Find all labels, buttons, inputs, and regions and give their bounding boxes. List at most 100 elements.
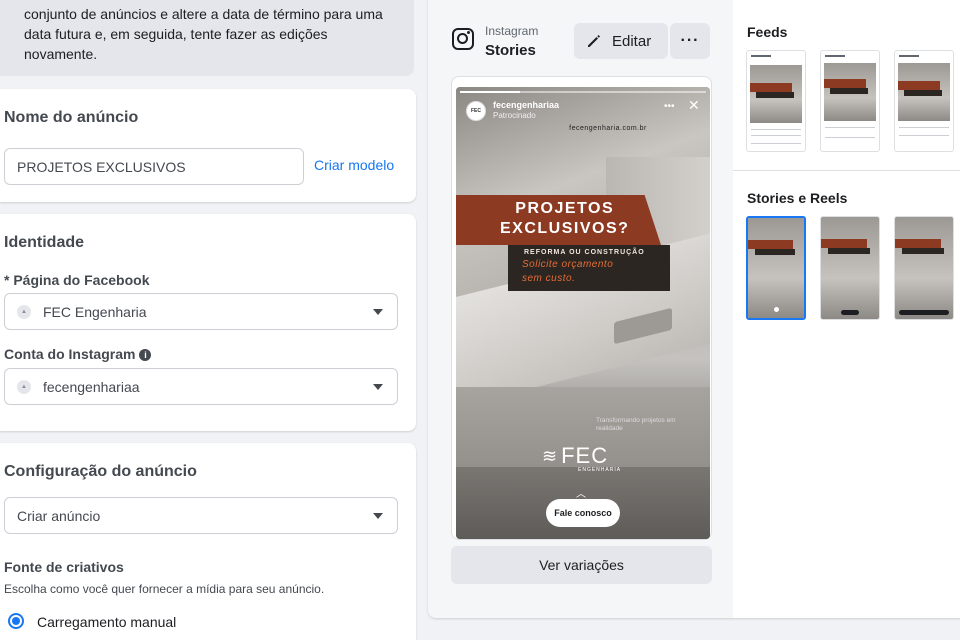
placement-thumbnails: Feeds Stories e Reels [733,0,960,618]
thumb-line [825,127,875,128]
thumb-image [895,217,953,319]
thumb-header [751,55,771,57]
chevron-up-icon: ︿ [576,489,586,500]
feed-thumbnail[interactable] [820,50,880,152]
story-username: fecengenhariaa [493,100,560,110]
story-subline-1: REFORMA OU CONSTRUÇÃO [524,249,645,256]
facebook-page-select[interactable]: ▲ FEC Engenharia [4,293,398,330]
thumb-cta-dot [774,307,779,312]
more-options-button[interactable]: ··· [670,23,710,59]
instagram-icon [452,28,474,50]
section-divider [733,170,960,171]
stories-reels-section-title: Stories e Reels [747,190,848,206]
story-sponsored: Patrocinado [493,111,536,120]
reels-thumbnail[interactable] [894,216,954,320]
page-avatar-icon: ▲ [17,304,31,319]
thumb-banner [750,83,792,92]
story-more-icon[interactable]: ••• [664,101,675,112]
thumb-line [899,135,949,136]
brand-logo-subtext: ENGENHARIA [578,467,622,473]
thumb-line [751,129,801,130]
story-avatar: FEC [466,101,486,121]
thumb-line [825,137,875,138]
thumb-image [750,65,802,123]
thumb-banner [830,88,868,94]
instagram-account-label-text: Conta do Instagram [4,346,136,362]
edit-warning-notice: conjunto de anúncios e altere a data de … [0,0,414,76]
platform-name: Instagram [485,24,539,38]
thumb-banner [824,79,866,88]
story-headline-line1: PROJETOS [515,200,615,217]
create-template-link[interactable]: Criar modelo [314,157,394,173]
story-cta-button[interactable]: Fale conosco [546,499,620,527]
story-creative: FEC fecengenhariaa Patrocinado ••• ✕ fec… [456,87,710,539]
edit-button[interactable]: Editar [574,23,668,59]
feed-thumbnail[interactable] [894,50,954,152]
manual-upload-radio[interactable] [8,613,24,629]
ad-setup-card: Configuração do anúncio Criar anúncio Fo… [0,443,416,640]
ad-setup-value: Criar anúncio [17,507,101,524]
brand-logo-icon: ≋ [542,445,558,466]
thumb-banner [748,240,793,249]
view-variations-button[interactable]: Ver variações [451,546,712,584]
instagram-account-value: fecengenhariaa [43,378,140,395]
thumb-header [899,55,919,57]
story-subline-2: Solicite orçamento [522,259,614,270]
creative-source-label: Fonte de criativos [4,559,124,575]
thumb-image [898,63,950,121]
thumb-line [899,127,949,128]
story-headline-line2: EXCLUSIVOS? [500,220,630,237]
identity-title: Identidade [4,234,85,251]
thumb-line [751,135,801,136]
thumb-line [751,143,801,144]
thumb-banner [756,92,794,98]
chevron-down-icon [373,513,383,519]
pencil-icon [588,35,600,47]
edit-warning-text: conjunto de anúncios e altere a data de … [24,6,383,62]
close-icon[interactable]: ✕ [688,97,700,114]
stories-thumbnail-selected[interactable] [746,216,806,320]
thumb-banner [895,239,942,248]
edit-button-label: Editar [612,32,652,50]
feeds-section-title: Feeds [747,24,788,40]
ad-settings-column: conjunto de anúncios e altere a data de … [0,0,416,640]
facebook-page-value: FEC Engenharia [43,303,147,320]
ad-name-title: Nome do anúncio [4,109,139,126]
thumb-cta [899,310,949,315]
creative-source-description: Escolha como você quer fornecer a mídia … [4,582,325,596]
story-website: fecengenharia.com.br [569,125,647,132]
info-icon[interactable]: i [139,349,152,361]
chevron-down-icon [373,309,383,315]
manual-upload-label[interactable]: Carregamento manual [37,614,176,630]
thumb-header [825,55,845,57]
ad-preview-panel: Instagram Stories Editar ··· FEC fecenge… [428,0,960,618]
thumb-banner [821,239,868,248]
thumb-banner [904,90,942,96]
brand-logo: ≋ FEC [542,443,608,469]
thumb-banner [901,248,944,254]
story-subline-3: sem custo. [522,273,576,284]
facebook-page-label: * Página do Facebook [4,272,150,288]
thumb-image [748,218,804,318]
ad-setup-title: Configuração do anúncio [4,463,197,480]
ad-setup-select[interactable]: Criar anúncio [4,497,398,534]
placement-name: Stories [485,42,536,59]
thumb-banner [754,249,796,255]
ad-name-input[interactable]: PROJETOS EXCLUSIVOS [4,148,304,185]
thumb-banner [827,248,870,254]
story-progress-bar [460,91,706,93]
ad-name-card: Nome do anúncio PROJETOS EXCLUSIVOS Cria… [0,89,416,202]
identity-card: Identidade * Página do Facebook ▲ FEC En… [0,214,416,431]
instagram-account-label: Conta do Instagram i [4,346,152,362]
feed-thumbnail[interactable] [746,50,806,152]
thumb-image [824,63,876,121]
thumb-banner [898,81,940,90]
chevron-down-icon [373,384,383,390]
story-headline: PROJETOS EXCLUSIVOS? [500,199,629,239]
brand-logo-text: FEC [561,443,609,468]
story-preview-frame: FEC fecengenhariaa Patrocinado ••• ✕ fec… [451,76,712,540]
stories-thumbnail[interactable] [820,216,880,320]
instagram-account-select[interactable]: ▲ fecengenhariaa [4,368,398,405]
story-tagline: Transformando projetos em realidade [596,417,676,432]
thumb-cta [841,310,859,315]
